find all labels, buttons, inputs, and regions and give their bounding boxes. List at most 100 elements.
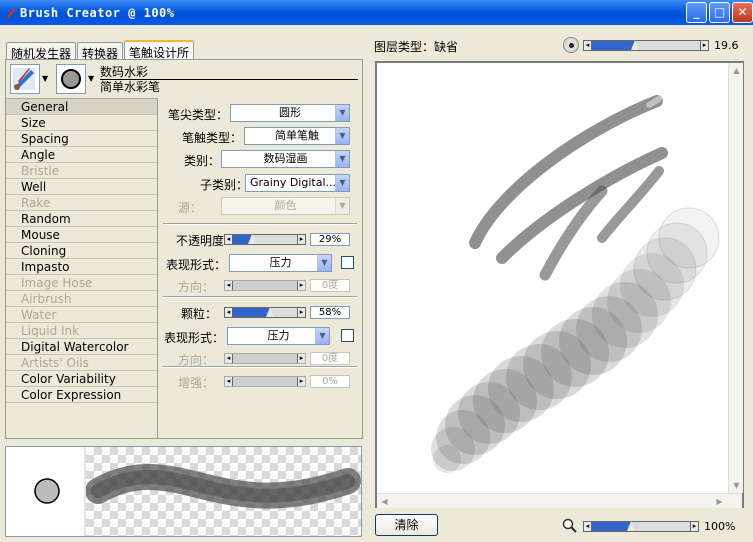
opacity-value[interactable]: 29% [310,233,350,246]
slider-right-arrow-icon: ▸ [297,281,305,290]
opacity-direction-slider: ◂ ▸ [224,280,306,291]
category-dropdown-arrow[interactable]: ▼ [42,74,48,83]
stroke-type-dropdown[interactable]: 简单笔触 ▼ [244,127,350,145]
grain-direction-value: 0度 [310,352,350,365]
layer-type-value: 缺省 [434,40,459,54]
slider-left-arrow-icon[interactable]: ◂ [584,41,592,50]
clear-button[interactable]: 清除 [375,514,438,536]
method-dropdown[interactable]: 数码湿画 ▼ [221,150,350,168]
layer-type-label-text: 图层类型： [374,40,435,54]
opacity-slider[interactable]: ◂ ▸ [224,234,306,245]
slider-right-arrow-icon[interactable]: ▸ [700,41,708,50]
chevron-down-icon: ▼ [335,151,349,167]
scroll-right-icon[interactable]: ▶ [712,494,727,509]
brush-name: 数码水彩 简单水彩笔 [100,65,358,94]
general-properties: 笔尖类型： 圆形 ▼ 笔触类型： 简单笔触 ▼ 类别： 数码湿画 ▼ 子类别： … [158,98,362,438]
opacity-slider-knob[interactable] [247,234,256,244]
zoom-slider[interactable]: ◂ ▸ [583,521,699,532]
scroll-down-icon[interactable]: ▼ [729,478,744,493]
category-item-spacing[interactable]: Spacing [6,131,157,147]
chevron-down-icon: ▼ [315,328,329,344]
brush-category-name: 数码水彩 [100,65,358,80]
category-item-color-expression[interactable]: Color Expression [6,387,157,403]
grain-expression-dropdown[interactable]: 压力 ▼ [227,327,330,345]
brush-size-dot-icon [563,37,579,53]
subcategory-value: Grainy Digital... [250,176,336,189]
category-item-angle[interactable]: Angle [6,147,157,163]
slider-right-arrow-icon[interactable]: ▸ [297,308,305,317]
method-label: 类别： [183,154,220,168]
category-item-image-hose: Image Hose [6,275,157,291]
brush-header: ▼ ▼ 数码水彩 简单水彩笔 [6,60,362,98]
tab-randomizer[interactable]: 随机发生器 [6,42,77,61]
grain-direction-slider: ◂ ▸ [224,353,306,364]
scroll-left-icon[interactable]: ◀ [377,494,392,509]
title-bar: Brush Creator @ 100% _ □ ✕ [0,0,753,25]
subcategory-dropdown[interactable]: Grainy Digital... ▼ [245,174,350,192]
brush-size-slider[interactable]: ◂ ▸ [583,40,709,51]
tab-strip: 随机发生器 转换器 笔触设计所 [6,40,195,61]
minimize-button[interactable]: _ [686,2,707,23]
opacity-expression-label: 表现形式： [165,258,226,272]
zoom-slider-knob[interactable] [627,521,636,531]
category-item-mouse[interactable]: Mouse [6,227,157,243]
category-item-size[interactable]: Size [6,115,157,131]
dab-type-dropdown[interactable]: 圆形 ▼ [230,104,350,122]
maximize-button[interactable]: □ [709,2,730,23]
brush-app-icon [4,6,18,20]
grain-slider[interactable]: ◂ ▸ [224,307,306,318]
transparency-checkerboard [85,447,361,536]
slider-left-arrow-icon: ◂ [225,354,233,363]
separator [163,366,357,368]
close-button[interactable]: ✕ [732,2,753,23]
separator [163,223,357,225]
slider-right-arrow-icon[interactable]: ▸ [690,522,698,531]
slider-left-arrow-icon[interactable]: ◂ [225,235,233,244]
opacity-invert-checkbox[interactable] [341,256,354,269]
watercolor-brush-icon [13,68,35,90]
chevron-down-icon: ▼ [335,198,349,214]
dab-type-value: 圆形 [279,106,301,119]
category-item-general[interactable]: General [6,99,157,115]
test-strokes [431,95,720,473]
slider-right-arrow-icon[interactable]: ▸ [297,235,305,244]
variant-dropdown-arrow[interactable]: ▼ [88,74,94,83]
boost-slider: ◂ ▸ [224,376,306,387]
canvas-vertical-scrollbar[interactable]: ▲ ▼ [728,63,743,493]
category-item-rake: Rake [6,195,157,211]
stroke-type-value: 简单笔触 [275,129,319,142]
slider-left-arrow-icon[interactable]: ◂ [225,308,233,317]
category-item-well[interactable]: Well [6,179,157,195]
grain-slider-knob[interactable] [265,307,274,317]
layer-type-label: 图层类型：缺省 [374,38,458,55]
category-item-bristle: Bristle [6,163,157,179]
opacity-direction-label: 方向： [177,280,214,294]
category-item-impasto[interactable]: Impasto [6,259,157,275]
scroll-up-icon[interactable]: ▲ [729,63,744,78]
method-value: 数码湿画 [263,152,308,165]
brush-variant-selector[interactable] [56,64,86,94]
opacity-expression-dropdown[interactable]: 压力 ▼ [229,254,332,272]
brush-variant-name: 简单水彩笔 [100,80,161,94]
chevron-down-icon: ▼ [335,105,349,121]
chevron-down-icon: ▼ [335,175,349,191]
category-item-color-variability[interactable]: Color Variability [6,371,157,387]
stroke-preview-graphic [85,463,361,509]
grain-value[interactable]: 58% [310,306,350,319]
category-item-artists-oils: Artists' Oils [6,355,157,371]
category-item-digital-watercolor[interactable]: Digital Watercolor [6,339,157,355]
brush-category-selector[interactable] [10,64,40,94]
slider-left-arrow-icon[interactable]: ◂ [584,522,592,531]
category-item-cloning[interactable]: Cloning [6,243,157,259]
canvas-horizontal-scrollbar[interactable]: ◀ ▶ [377,493,742,508]
boost-value: 0% [310,375,350,388]
dab-category-list: General Size Spacing Angle Bristle Well Rake Ra… [6,98,158,438]
tab-transposer[interactable]: 转换器 [77,42,124,61]
dab-circle-icon [34,478,60,504]
slider-right-arrow-icon: ▸ [297,377,305,386]
scratch-pad-canvas[interactable] [375,61,744,508]
grain-invert-checkbox[interactable] [341,329,354,342]
brush-size-slider-knob[interactable] [631,40,640,50]
category-item-random[interactable]: Random [6,211,157,227]
tab-stroke-designer[interactable]: 笔触设计所 [124,40,195,60]
